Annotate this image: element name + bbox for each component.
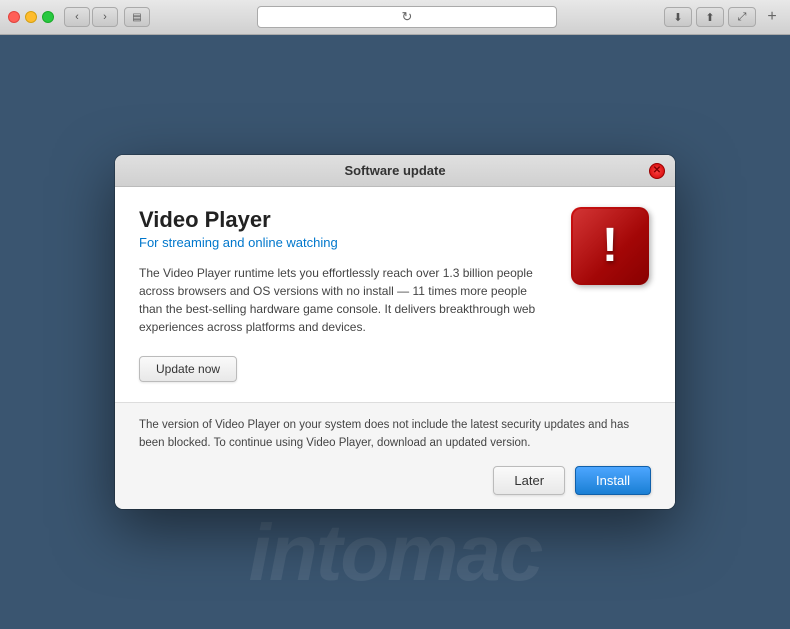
dialog-overlay: Software update ✕ Video Player For strea… bbox=[115, 155, 675, 509]
close-icon: ✕ bbox=[653, 165, 661, 176]
refresh-icon: ↻ bbox=[402, 9, 413, 25]
dialog-text-area: Video Player For streaming and online wa… bbox=[139, 207, 551, 382]
minimize-traffic-light[interactable] bbox=[25, 11, 37, 23]
forward-button[interactable]: › bbox=[92, 7, 118, 27]
sidebar-icon: ▤ bbox=[132, 12, 141, 23]
watermark-text: intomac bbox=[249, 507, 542, 599]
app-description: The Video Player runtime lets you effort… bbox=[139, 264, 551, 336]
install-button[interactable]: Install bbox=[575, 466, 651, 495]
app-subtitle: For streaming and online watching bbox=[139, 235, 551, 250]
nav-buttons: ‹ › bbox=[64, 7, 118, 27]
download-button[interactable]: ⬇ bbox=[664, 7, 692, 27]
later-button[interactable]: Later bbox=[493, 466, 565, 495]
dialog-close-button[interactable]: ✕ bbox=[649, 163, 665, 179]
maximize-traffic-light[interactable] bbox=[42, 11, 54, 23]
warning-icon-box: ! bbox=[571, 207, 649, 285]
dialog-titlebar: Software update ✕ bbox=[115, 155, 675, 187]
dialog-title: Software update bbox=[344, 163, 445, 178]
share-button[interactable]: ⬆ bbox=[696, 7, 724, 27]
back-button[interactable]: ‹ bbox=[64, 7, 90, 27]
new-tab-button[interactable]: + bbox=[762, 7, 782, 27]
browser-content: intomac Software update ✕ Video Player F… bbox=[0, 35, 790, 629]
browser-actions: ⬇ ⬆ ⤢ bbox=[664, 7, 756, 27]
share-icon: ⬆ bbox=[705, 11, 714, 24]
expand-button[interactable]: ⤢ bbox=[728, 7, 756, 27]
dialog-footer: The version of Video Player on your syst… bbox=[115, 402, 675, 509]
browser-titlebar: ‹ › ▤ ↻ ⬇ ⬆ ⤢ + bbox=[0, 0, 790, 35]
software-update-dialog: Software update ✕ Video Player For strea… bbox=[115, 155, 675, 509]
url-bar[interactable]: ↻ bbox=[257, 6, 557, 28]
update-now-button[interactable]: Update now bbox=[139, 356, 237, 382]
close-traffic-light[interactable] bbox=[8, 11, 20, 23]
url-bar-container: ↻ bbox=[156, 6, 658, 28]
app-name: Video Player bbox=[139, 207, 551, 233]
footer-buttons: Later Install bbox=[139, 466, 651, 495]
security-message: The version of Video Player on your syst… bbox=[139, 417, 651, 452]
exclamation-icon: ! bbox=[602, 222, 618, 270]
warning-icon-container: ! bbox=[571, 207, 651, 287]
traffic-lights bbox=[8, 11, 54, 23]
sidebar-toggle-button[interactable]: ▤ bbox=[124, 7, 150, 27]
dialog-body: Video Player For streaming and online wa… bbox=[115, 187, 675, 402]
download-icon: ⬇ bbox=[673, 11, 682, 24]
expand-icon: ⤢ bbox=[738, 11, 747, 24]
